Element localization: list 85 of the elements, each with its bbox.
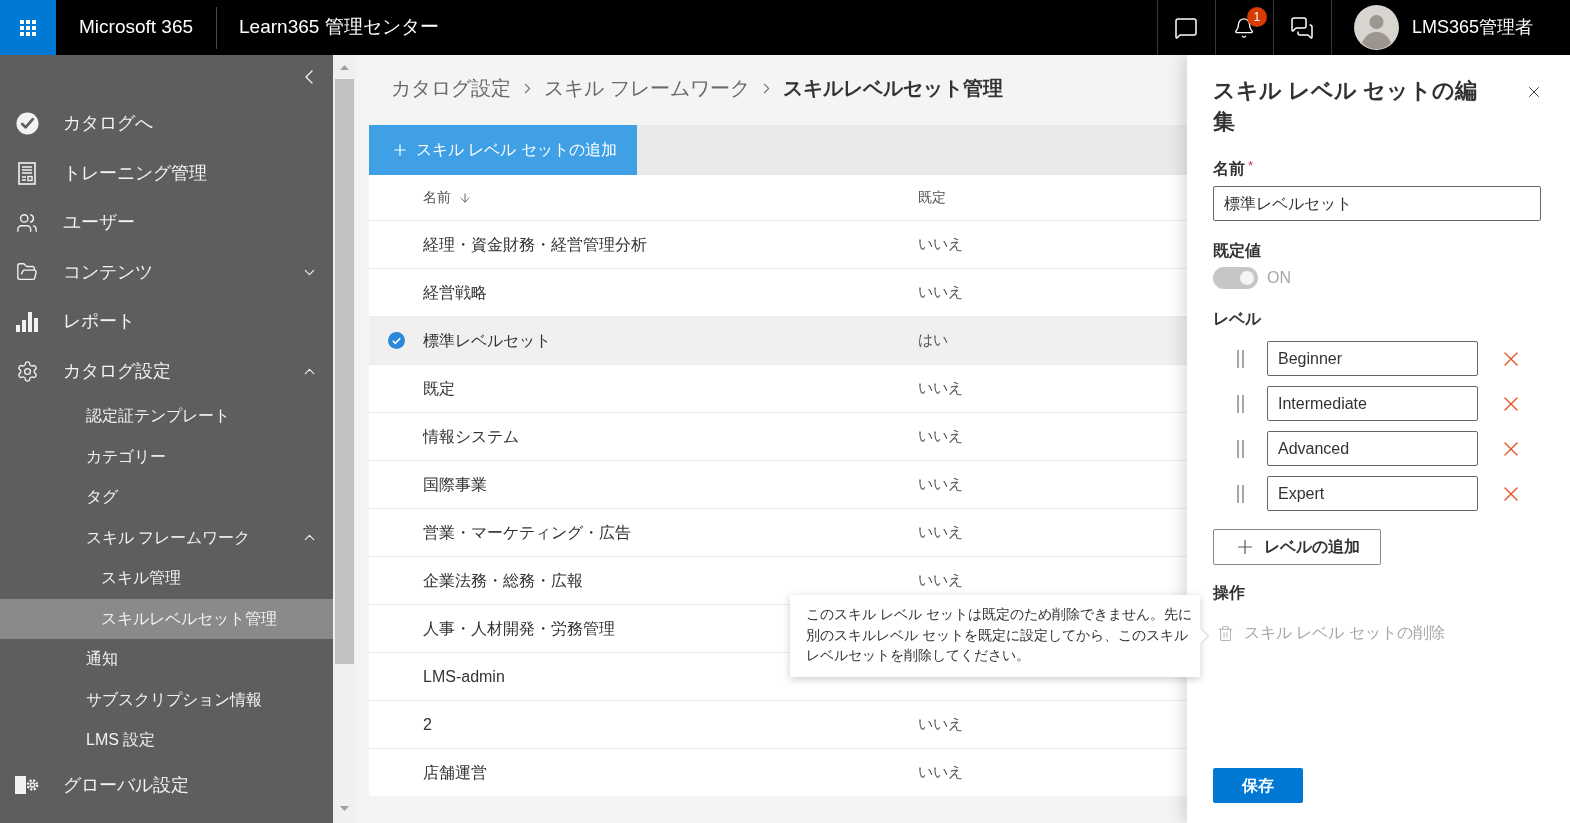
waffle-icon [20,19,36,36]
table-cell-text: 2 [423,714,432,735]
column-header[interactable]: 名前 [423,187,472,208]
speech-bubble-icon [1174,15,1199,40]
sidebar-item[interactable]: 認定証テンプレート [0,396,333,437]
table-cell-text: 人事・人材開発・労務管理 [423,618,615,639]
table-cell-text: LMS-admin [423,666,505,687]
table-cell-text: はい [918,330,948,351]
document-icon [18,161,36,185]
table-cell-text: いいえ [918,378,963,399]
name-field[interactable]: 標準レベルセット [1213,186,1541,221]
sidebar-item[interactable]: スキル フレームワーク [0,517,333,558]
bell-icon [1233,16,1256,39]
table-cell-text: いいえ [918,570,963,591]
add-level-button[interactable]: レベルの追加 [1213,529,1381,565]
table-cell-text: いいえ [918,234,963,255]
table-cell-text: いいえ [918,282,963,303]
table-cell-text: 国際事業 [423,474,487,495]
toggle-state-label: ON [1267,268,1291,288]
sidebar-item[interactable]: グローバル設定 [0,760,333,810]
scroll-up-arrow-icon [340,65,349,70]
sidebar-item[interactable]: カタログ設定 [0,346,333,396]
table-cell-text: いいえ [918,762,963,783]
table-cell-text: 標準レベルセット [423,330,551,351]
two-speech-bubbles-icon [1290,15,1315,40]
sidebar-item[interactable]: コンテンツ [0,247,333,297]
notification-badge: 1 [1246,7,1267,27]
check-circle-icon [388,332,405,349]
save-button[interactable]: 保存 [1213,768,1303,803]
column-header[interactable]: 既定 [918,187,946,208]
app-launcher-button[interactable] [0,0,56,55]
users-icon [16,211,38,234]
sidebar-item[interactable]: ユーザー [0,198,333,248]
breadcrumb-link[interactable]: カタログ設定 [391,73,511,103]
level-field[interactable]: Advanced [1267,431,1478,466]
table-cell-text: いいえ [918,474,963,495]
scroll-down-arrow-icon [340,806,349,811]
sidebar-item[interactable]: サブスクリプション情報 [0,679,333,720]
table-cell-text: いいえ [918,522,963,543]
tooltip-pointer-icon [1200,627,1209,645]
sidebar-item[interactable]: スキル管理 [0,558,333,599]
table-row[interactable]: 標準レベルセット はい [369,316,1187,364]
field-label: 既定値 [1213,241,1262,261]
sidebar-item[interactable]: LMS 設定 [0,720,333,761]
table-cell-text: 店舗運営 [423,762,487,783]
section-label: 操作 [1213,583,1246,603]
scrollbar[interactable] [333,55,356,823]
level-field[interactable]: Expert [1267,476,1478,511]
app-title: Learn365 管理センター [238,15,439,40]
arrow-down-icon [458,190,472,205]
level-field[interactable]: Intermediate [1267,386,1478,421]
sidebar-item[interactable]: タグ [0,477,333,518]
trash-icon [1217,624,1234,642]
drag-handle-icon[interactable] [1236,394,1244,413]
drag-handle-icon[interactable] [1236,484,1244,503]
scrollbar-thumb[interactable] [335,79,354,664]
check-circle-icon [15,112,39,136]
table-cell-text: 経理・資金財務・経営管理分析 [423,234,647,255]
brand-link[interactable]: Microsoft 365 [56,13,217,42]
sidebar-item[interactable]: レポート [0,297,333,347]
tile-gear-icon [15,774,39,797]
table-cell-text: 営業・マーケティング・広告 [423,522,631,543]
drag-handle-icon[interactable] [1236,349,1244,368]
bar-chart-icon [16,311,38,332]
panel-title: スキル レベル セットの編集 [1213,77,1479,136]
table-cell-text: いいえ [918,714,963,735]
plus-icon [391,141,409,159]
sidebar-item[interactable]: カタログへ [0,99,333,149]
field-label: 名前 [1213,159,1245,179]
breadcrumb-link[interactable]: スキル フレームワーク [544,73,750,103]
avatar-icon [1353,5,1399,50]
drag-handle-icon[interactable] [1236,439,1244,458]
sidebar-item[interactable]: 通知 [0,639,333,680]
required-mark: * [1248,159,1254,173]
table-cell-text: 情報システム [423,426,519,447]
settings-icon [15,359,39,383]
table-cell-text: 企業法務・総務・広報 [423,570,583,591]
sidebar-item[interactable]: カテゴリー [0,436,333,477]
level-field[interactable]: Beginner [1267,341,1478,376]
sidebar-item[interactable]: トレーニング管理 [0,148,333,198]
breadcrumb-current[interactable]: スキルレベルセット管理 [782,73,1003,103]
table-cell-text: 経営戦略 [423,282,487,303]
table-cell-text: 既定 [423,378,455,399]
field-label: レベル [1213,309,1262,329]
table-cell-text: いいえ [918,426,963,447]
